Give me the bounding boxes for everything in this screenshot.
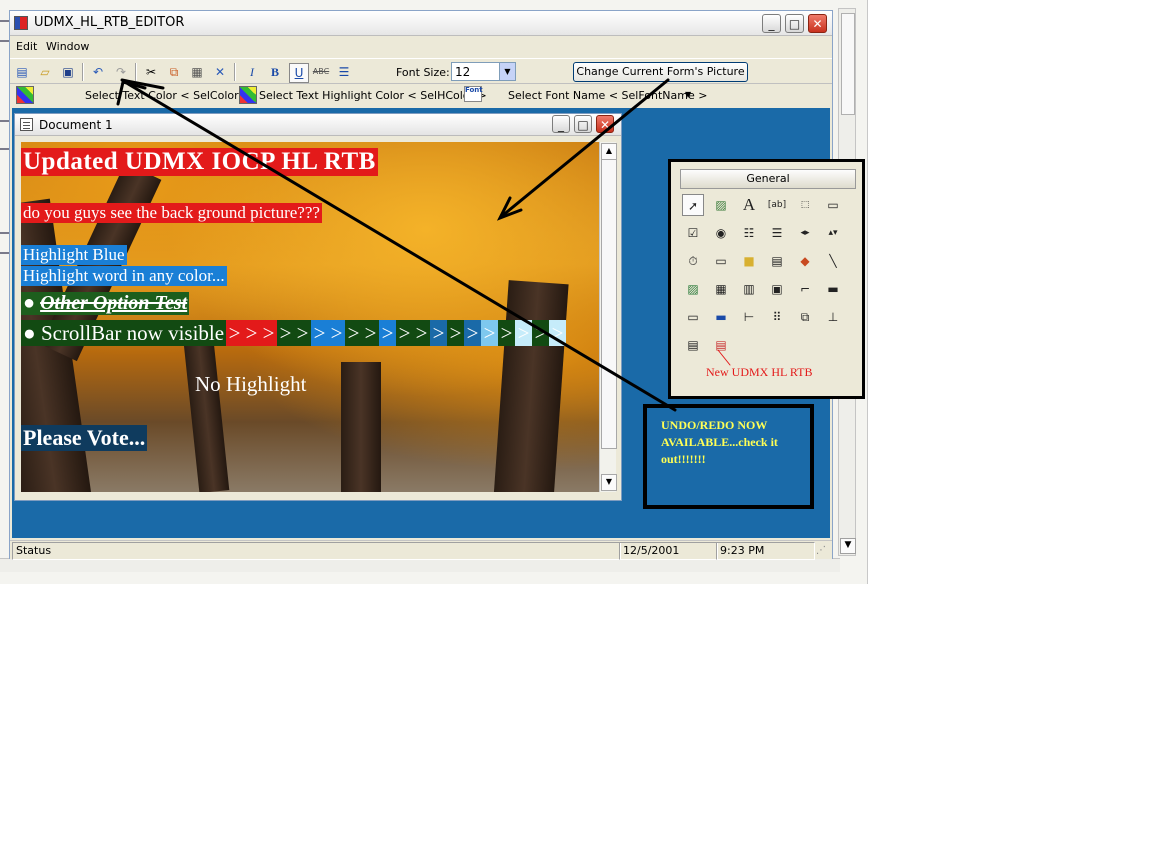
arrow-to-undo [123,80,677,412]
annotation-arrows [116,78,731,412]
red-pointer-line [717,349,731,366]
arrow-to-background [500,78,670,218]
